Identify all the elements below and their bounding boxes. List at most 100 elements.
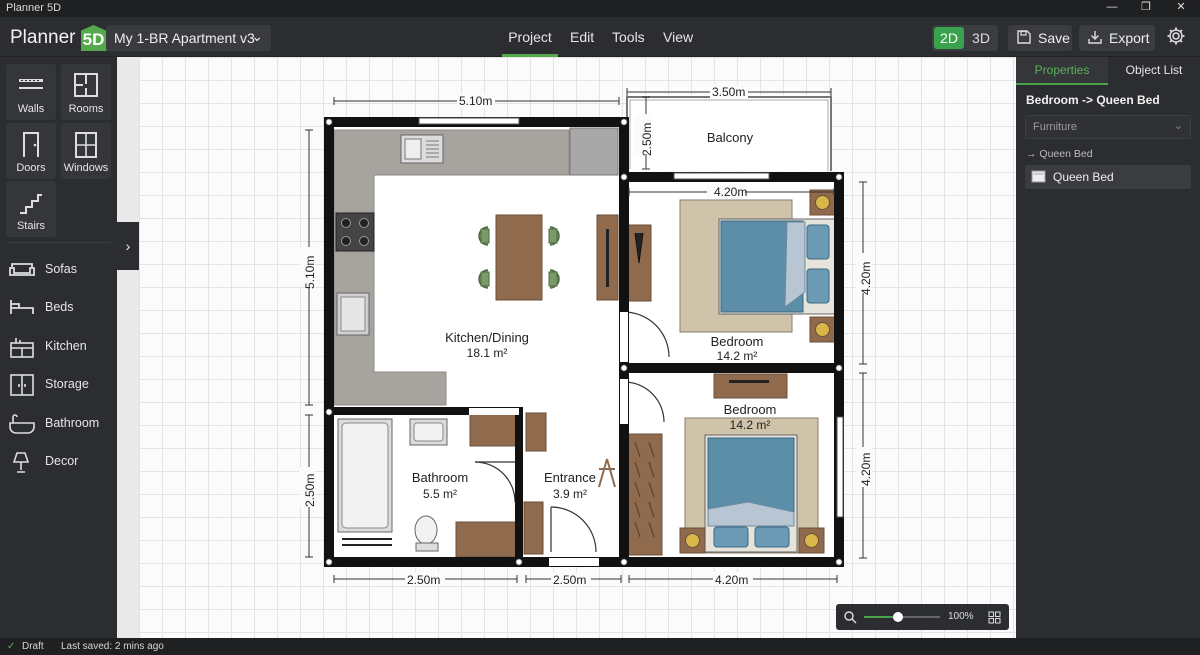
save-label: Save <box>1038 30 1070 46</box>
app-logo: Planner 5D <box>10 25 107 51</box>
tool-stairs[interactable]: Stairs <box>6 181 56 237</box>
selection-breadcrumb: Bedroom -> Queen Bed <box>1026 93 1160 107</box>
room-area-entrance: 3.9 m² <box>553 487 587 501</box>
project-selector[interactable]: My 1-BR Apartment v3 ⌄ <box>106 25 271 51</box>
wardrobe <box>627 433 663 556</box>
rooms-icon <box>74 73 98 97</box>
sidebar-divider <box>6 242 111 243</box>
minimize-icon[interactable]: — <box>1097 0 1127 17</box>
menu-project[interactable]: Project <box>502 17 558 57</box>
tool-windows[interactable]: Windows <box>61 123 111 179</box>
save-icon <box>1017 30 1031 44</box>
tree-parent-item[interactable]: → Queen Bed <box>1026 148 1093 160</box>
dresser-lower <box>713 373 788 399</box>
zoom-search-icon[interactable] <box>843 610 857 624</box>
bed-icon <box>1031 170 1046 183</box>
tab-properties[interactable]: Properties <box>1016 57 1108 85</box>
category-kitchen-label: Kitchen <box>45 339 87 353</box>
planner-app: Planner 5D — ❐ ✕ Planner 5D My 1-BR Apar… <box>0 0 1200 655</box>
dim-bottom-mid: 2.50m <box>553 573 586 587</box>
bathtub-icon <box>9 414 35 434</box>
dim-top-balcony: 3.50m <box>712 85 745 99</box>
stairs-icon <box>20 194 42 214</box>
dining-table <box>495 214 543 301</box>
menu-view[interactable]: View <box>663 17 693 57</box>
save-button[interactable]: Save <box>1008 25 1072 51</box>
tool-walls-label: Walls <box>17 103 45 115</box>
view-mode-toggle: 2D 3D <box>932 25 998 51</box>
menu-edit[interactable]: Edit <box>570 17 594 57</box>
chevron-down-icon: ⌄ <box>251 28 263 44</box>
category-kitchen[interactable]: Kitchen <box>8 334 113 358</box>
category-storage-label: Storage <box>45 377 89 391</box>
project-name: My 1-BR Apartment v3 <box>114 30 255 46</box>
close-icon[interactable]: ✕ <box>1166 0 1196 17</box>
sofa-icon <box>9 263 35 276</box>
window <box>673 172 770 180</box>
tool-walls[interactable]: Walls <box>6 64 56 120</box>
export-label: Export <box>1109 30 1150 46</box>
room-name-kitchen: Kitchen/Dining <box>445 330 529 345</box>
logo-text: Planner <box>10 27 76 48</box>
category-storage[interactable]: Storage <box>8 372 113 396</box>
dim-right-upper: 4.20m <box>859 262 873 295</box>
status-bar: ✓ Draft Last saved: 2 mins ago <box>0 638 1200 655</box>
room-name-bathroom: Bathroom <box>412 470 468 485</box>
check-icon: ✓ <box>7 641 16 652</box>
view-3d-button[interactable]: 3D <box>966 27 996 49</box>
fridge <box>569 127 619 176</box>
export-button[interactable]: Export <box>1079 25 1155 51</box>
draft-status: Draft <box>22 641 44 652</box>
storage-icon <box>10 374 34 396</box>
dim-balcony-side: 2.50m <box>640 123 654 156</box>
view-2d-button[interactable]: 2D <box>934 27 964 49</box>
tree-item-label: Queen Bed <box>1053 170 1114 184</box>
category-sofas-label: Sofas <box>45 262 77 276</box>
category-bathroom-label: Bathroom <box>45 416 100 430</box>
window-title: Planner 5D <box>6 2 62 14</box>
filter-select-value: Furniture <box>1033 121 1078 133</box>
top-toolbar: Planner 5D My 1-BR Apartment v3 ⌄ Projec… <box>0 17 1200 57</box>
filter-select[interactable]: Furniture ⌄ <box>1025 115 1191 139</box>
room-name-bedroom-lower: Bedroom <box>724 402 777 417</box>
maximize-icon[interactable]: ❐ <box>1131 0 1161 17</box>
floor-plan-canvas[interactable]: 5.10m 3.50m 4.20m 2.50m 5.10m 2.50m 4.20… <box>139 57 1016 638</box>
dim-bottom-left: 2.50m <box>407 573 440 587</box>
kitchen-icon <box>10 338 34 358</box>
zoom-slider-track[interactable] <box>864 612 940 622</box>
chevron-down-icon: ⌄ <box>1173 120 1183 132</box>
window <box>836 416 844 518</box>
door-icon <box>23 132 39 157</box>
room-name-entrance: Entrance <box>544 470 596 485</box>
room-name-balcony: Balcony <box>707 130 754 145</box>
category-beds-label: Beds <box>45 300 74 314</box>
room-name-bedroom-upper: Bedroom <box>711 334 764 349</box>
tool-doors-label: Doors <box>16 162 46 174</box>
zoom-slider-handle[interactable] <box>893 612 904 622</box>
tab-object-list[interactable]: Object List <box>1108 57 1200 85</box>
collapse-sidebar-chevron-icon[interactable]: › <box>117 222 139 270</box>
category-decor-label: Decor <box>45 454 79 468</box>
toilet <box>414 515 438 545</box>
properties-panel: Properties Object List Bedroom -> Queen … <box>1016 57 1200 638</box>
tool-doors[interactable]: Doors <box>6 123 56 179</box>
tool-rooms-label: Rooms <box>68 103 104 115</box>
window-icon <box>75 132 97 158</box>
tree-selected-item[interactable]: Queen Bed <box>1025 165 1191 189</box>
window <box>418 117 520 125</box>
category-beds[interactable]: Beds <box>8 295 113 319</box>
room-area-kitchen: 18.1 m² <box>467 346 508 360</box>
category-decor[interactable]: Decor <box>8 449 113 473</box>
category-bathroom[interactable]: Bathroom <box>8 411 113 435</box>
export-icon <box>1088 31 1102 44</box>
menu-tools[interactable]: Tools <box>612 17 645 57</box>
grid-view-icon[interactable] <box>988 611 1001 624</box>
category-sofas[interactable]: Sofas <box>8 257 113 281</box>
canvas-gutter <box>117 57 139 638</box>
settings-gear-icon[interactable] <box>1166 26 1186 46</box>
stove <box>335 212 375 252</box>
tool-rooms[interactable]: Rooms <box>61 64 111 120</box>
cabinet <box>469 412 517 447</box>
zoom-percent: 100% <box>948 611 974 622</box>
room-area-bedroom-lower: 14.2 m² <box>730 418 771 432</box>
